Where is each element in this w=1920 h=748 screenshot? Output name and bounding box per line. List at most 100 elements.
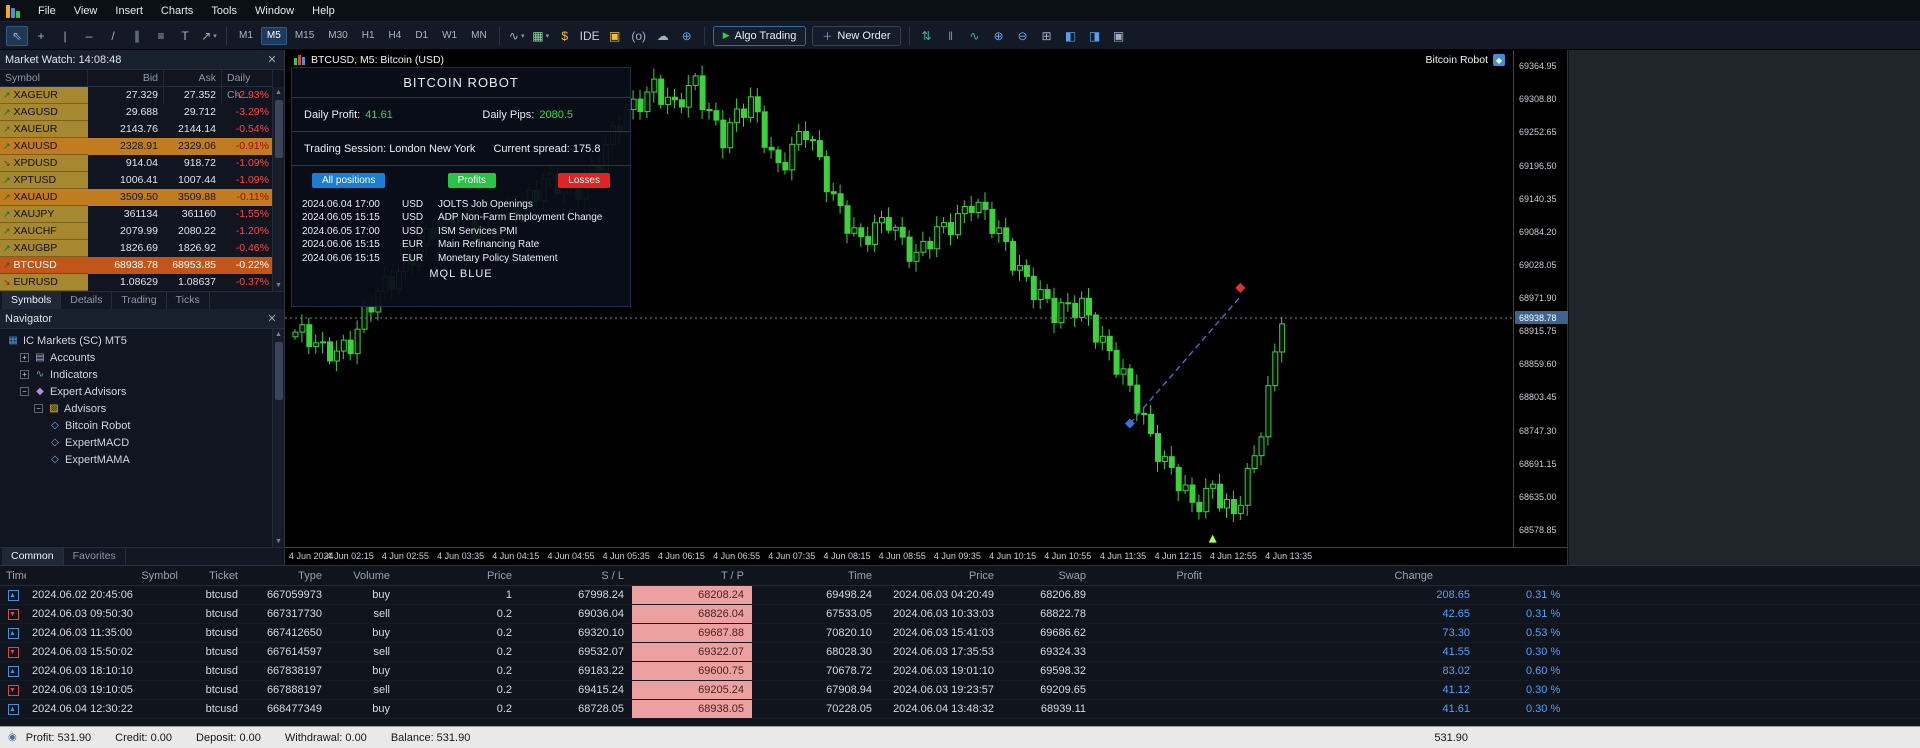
toolbox-column-profit-11[interactable]: Profit <box>1094 566 1210 585</box>
trade-history-row[interactable]: ▲ 2024.06.04 12:30:22 btcusd 668477349 buy 0.… <box>0 700 1920 719</box>
vertical-line-icon[interactable]: | <box>54 26 76 46</box>
price-axis[interactable]: 68938.78 69364.95 69308.80 69252.65 69196.5… <box>1513 50 1568 547</box>
market-watch-row[interactable]: ↗ XAUEUR 2143.76 2144.14 -0.54% <box>0 121 273 138</box>
menu-insert[interactable]: Insert <box>106 0 152 22</box>
market-watch-row[interactable]: ↗ XAUJPY 361134 361160 -1.55% <box>0 206 273 223</box>
collapse-icon[interactable]: − <box>20 387 29 396</box>
trade-history-row[interactable]: ▼ 2024.06.03 19:10:05 btcusd 667888197 sell 0… <box>0 681 1920 700</box>
tree-item-ic-markets-sc-mt5[interactable]: ▦ IC Markets (SC) MT5 <box>0 332 284 349</box>
menu-help[interactable]: Help <box>303 0 344 22</box>
crosshair-icon[interactable]: + <box>30 26 52 46</box>
scroll-up-icon[interactable]: ▲ <box>273 329 285 340</box>
scroll-down-icon[interactable]: ▼ <box>273 536 285 547</box>
toolbox-column-sl-6[interactable]: S / L <box>520 566 632 585</box>
tab-favorites[interactable]: Favorites <box>64 548 126 565</box>
tab-common[interactable]: Common <box>2 548 64 565</box>
expand-icon[interactable]: + <box>20 353 29 362</box>
algo-trading-button[interactable]: ▶ Algo Trading <box>712 25 807 46</box>
toolbox-column-time-8[interactable]: Time <box>752 566 880 585</box>
toolbox-column-price-5[interactable]: Price <box>398 566 520 585</box>
time-axis[interactable]: 4 Jun 2024 4 Jun 02:15 4 Jun 02:55 4 Jun 03… <box>285 547 1568 565</box>
all-positions-button[interactable]: All positions <box>312 172 386 188</box>
timeframe-m30[interactable]: M30 <box>322 27 353 45</box>
tab-ticks[interactable]: Ticks <box>167 292 210 309</box>
tree-item-indicators[interactable]: + ∿ Indicators <box>0 366 284 383</box>
collapse-icon[interactable]: − <box>34 404 43 413</box>
trade-history-row[interactable]: ▲ 2024.06.03 11:35:00 btcusd 667412650 buy 0.… <box>0 624 1920 643</box>
new-order-button[interactable]: ＋ New Order <box>812 25 901 46</box>
tab-trading[interactable]: Trading <box>112 292 167 309</box>
expert-advisor-label[interactable]: Bitcoin Robot ◆ <box>1426 54 1505 66</box>
fibonacci-icon[interactable]: ≡ <box>150 26 172 46</box>
sort-icon[interactable]: ⇅ <box>916 26 938 46</box>
horizontal-line-icon[interactable]: – <box>78 26 100 46</box>
market-watch-row[interactable]: ↗ XAGEUR 27.329 27.352 -2.93% <box>0 87 273 104</box>
community-icon[interactable]: ⊕ <box>676 26 698 46</box>
menu-view[interactable]: View <box>65 0 107 22</box>
ide-button[interactable]: IDE <box>578 26 602 46</box>
menu-tools[interactable]: Tools <box>202 0 246 22</box>
zigzag-icon[interactable]: ∿ <box>964 26 986 46</box>
scroll-up-icon[interactable]: ▲ <box>273 87 285 98</box>
trendline-icon[interactable]: / <box>102 26 124 46</box>
market-watch-row[interactable]: ↘ XPDUSD 914.04 918.72 -1.09% <box>0 155 273 172</box>
window-left-icon[interactable]: ◧ <box>1060 26 1082 46</box>
tree-item-expertmama[interactable]: ◇ ExpertMAMA <box>0 451 284 468</box>
losses-button[interactable]: Losses <box>558 172 610 188</box>
market-watch-row[interactable]: ↗ XPTUSD 1006.41 1007.44 -1.09% <box>0 172 273 189</box>
cloud-icon[interactable]: ☁ <box>652 26 674 46</box>
trade-history-row[interactable]: ▲ 2024.06.03 18:10:10 btcusd 667838197 buy 0.… <box>0 662 1920 681</box>
expand-icon[interactable]: + <box>20 370 29 379</box>
tree-item-accounts[interactable]: + ▤ Accounts <box>0 349 284 366</box>
timeframe-m5[interactable]: M5 <box>260 26 287 45</box>
signal-icon[interactable]: (ο) <box>628 26 650 46</box>
tree-item-expert-advisors[interactable]: − ◆ Expert Advisors <box>0 383 284 400</box>
market-watch-row[interactable]: ↗ XAUUSD 2328.91 2329.06 -0.91% <box>0 138 273 155</box>
toolbox-column-tp-7[interactable]: T / P <box>632 566 752 585</box>
tree-item-advisors[interactable]: − ▨ Advisors <box>0 400 284 417</box>
market-watch-row[interactable]: ↗ XAUCHF 2079.99 2080.22 -1.20% <box>0 223 273 240</box>
toolbox-column-type-3[interactable]: Type <box>246 566 330 585</box>
trade-history-row[interactable]: ▲ 2024.06.02 20:45:06 btcusd 667059973 buy 1 6… <box>0 586 1920 605</box>
toolbox-column-volume-4[interactable]: Volume <box>330 566 398 585</box>
market-watch-row[interactable]: ↗ BTCUSD 68938.78 68953.85 -0.22% <box>0 257 273 274</box>
close-icon[interactable]: ✕ <box>265 312 279 325</box>
toolbox-column-ticket-2[interactable]: Ticket <box>186 566 246 585</box>
toolbox-column-swap-10[interactable]: Swap <box>1002 566 1094 585</box>
market-watch-row[interactable]: ↘ EURUSD 1.08629 1.08637 -0.37% <box>0 274 273 291</box>
toolbox-column-change-12[interactable]: Change <box>1210 566 1478 585</box>
cursor-icon[interactable]: ⇖ <box>6 25 28 46</box>
tree-item-bitcoin-robot[interactable]: ◇ Bitcoin Robot <box>0 417 284 434</box>
menu-window[interactable]: Window <box>246 0 303 22</box>
trade-history-row[interactable]: ▼ 2024.06.03 09:50:30 btcusd 667317730 sell 0… <box>0 605 1920 624</box>
market-watch-row[interactable]: ↗ XAGUSD 29.688 29.712 -3.29% <box>0 104 273 121</box>
close-icon[interactable]: ✕ <box>265 53 279 66</box>
zoom-out-icon[interactable]: ⊖ <box>1012 26 1034 46</box>
market-watch-scrollbar[interactable]: ▲ ▼ <box>272 87 284 291</box>
chart-type-icon[interactable]: ▦ ▾ <box>530 26 552 46</box>
toolbox-column-price-9[interactable]: Price <box>880 566 1002 585</box>
timeframe-w1[interactable]: W1 <box>436 27 463 45</box>
lock-icon[interactable]: ▣ <box>604 26 626 46</box>
menu-file[interactable]: File <box>29 0 65 22</box>
channel-icon[interactable]: ∥ <box>126 26 148 46</box>
indicators-icon[interactable]: ∿ ▾ <box>506 26 528 46</box>
trade-history-row[interactable]: ▼ 2024.06.03 15:50:02 btcusd 667614597 sell 0… <box>0 643 1920 662</box>
zoom-in-icon[interactable]: ⊕ <box>988 26 1010 46</box>
tree-item-expertmacd[interactable]: ◇ ExpertMACD <box>0 434 284 451</box>
scrollbar-thumb[interactable] <box>274 100 283 158</box>
tab-symbols[interactable]: Symbols <box>2 292 62 309</box>
text-icon[interactable]: T <box>174 26 196 46</box>
quotes-icon[interactable]: $ <box>554 26 576 46</box>
timeframe-d1[interactable]: D1 <box>409 27 434 45</box>
navigator-scrollbar[interactable]: ▲ ▼ <box>272 329 284 547</box>
scrollbar-thumb[interactable] <box>274 342 283 400</box>
screenshot-icon[interactable]: ▣ <box>1108 26 1130 46</box>
market-watch-row[interactable]: ↗ XAUGBP 1826.69 1826.92 -0.46% <box>0 240 273 257</box>
timeframe-m15[interactable]: M15 <box>289 27 320 45</box>
market-watch-row[interactable]: ↗ XAUAUD 3509.50 3509.88 -0.11% <box>0 189 273 206</box>
profits-button[interactable]: Profits <box>447 172 496 188</box>
shapes-icon[interactable]: ↗ ▾ <box>198 26 220 46</box>
tile-windows-icon[interactable]: ⊞ <box>1036 26 1058 46</box>
toolbox-column-time-0[interactable]: Time <box>0 566 26 585</box>
